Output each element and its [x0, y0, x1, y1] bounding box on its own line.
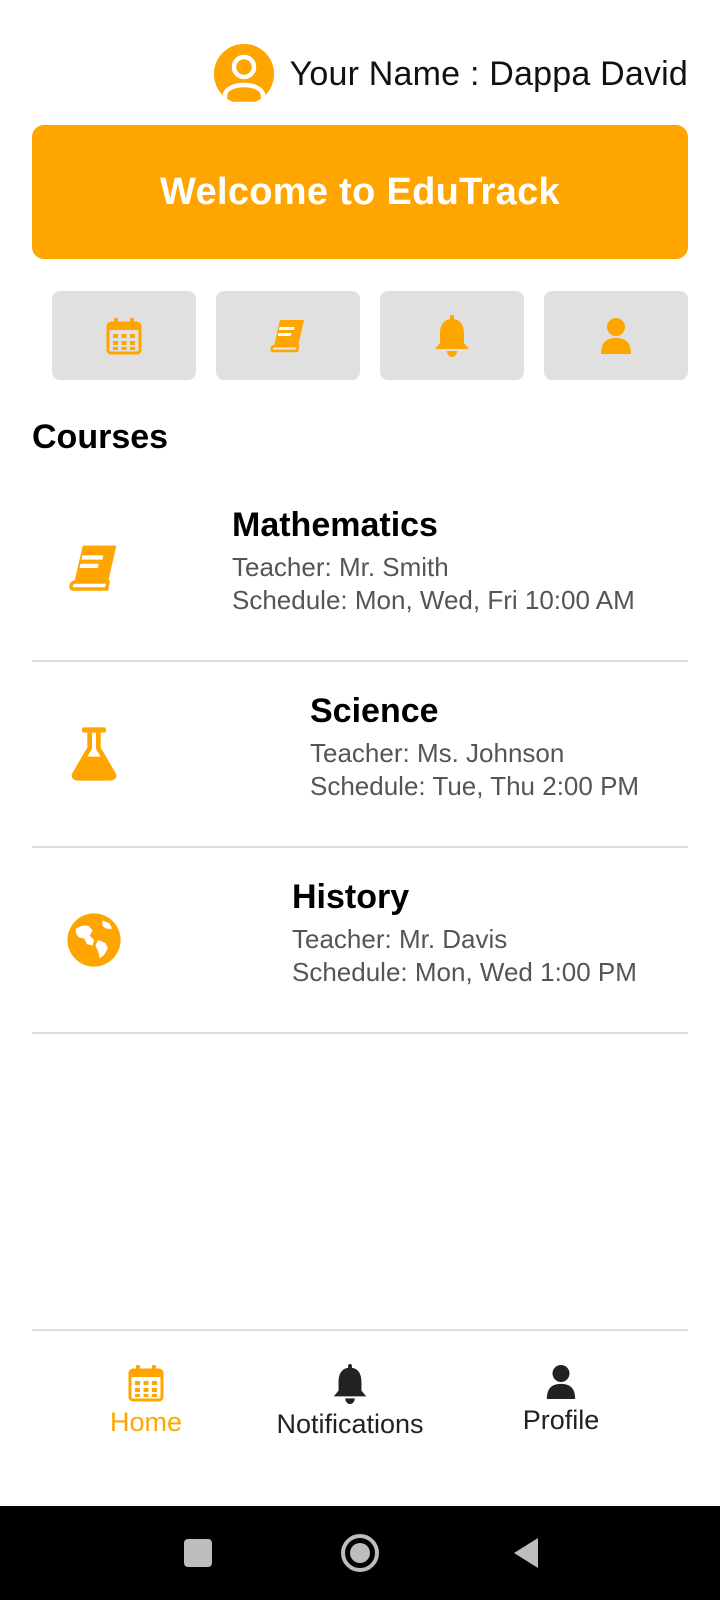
course-info: History Teacher: Mr. Davis Schedule: Mon…: [292, 878, 637, 989]
user-icon: [546, 1365, 576, 1399]
course-card-mathematics[interactable]: Mathematics Teacher: Mr. Smith Schedule:…: [32, 476, 688, 662]
quick-action-book-button[interactable]: [216, 291, 360, 380]
system-nav-bar: [0, 1506, 720, 1600]
bottom-nav: Home Notifications Profile: [32, 1329, 688, 1504]
course-schedule: Schedule: Tue, Thu 2:00 PM: [310, 771, 640, 801]
course-schedule: Schedule: Mon, Wed, Fri 10:00 AM: [232, 585, 635, 615]
user-icon: [601, 317, 631, 354]
bell-icon: [333, 1363, 367, 1405]
quick-action-profile-button[interactable]: [544, 291, 688, 380]
nav-item-notifications[interactable]: Notifications: [258, 1363, 442, 1440]
nav-item-profile[interactable]: Profile: [498, 1363, 624, 1436]
bell-icon: [435, 314, 469, 357]
course-info: Mathematics Teacher: Mr. Smith Schedule:…: [232, 506, 635, 617]
course-teacher: Teacher: Mr. Smith: [232, 552, 449, 582]
quick-actions: [52, 291, 688, 380]
welcome-banner: Welcome to EduTrack: [32, 125, 688, 259]
home-circle-icon: [341, 1534, 379, 1572]
nav-label-profile: Profile: [522, 1405, 600, 1435]
user-name-label: Your Name : Dappa David: [289, 54, 688, 93]
quick-action-calendar-button[interactable]: [52, 291, 196, 380]
course-card-history[interactable]: History Teacher: Mr. Davis Schedule: Mon…: [32, 848, 688, 1034]
recents-square-icon: [184, 1539, 212, 1567]
calendar-icon: [128, 1365, 164, 1402]
recents-button[interactable]: [174, 1506, 222, 1600]
profile-header: Your Name : Dappa David: [213, 44, 688, 104]
back-triangle-icon: [514, 1538, 538, 1568]
course-info: Science Teacher: Ms. Johnson Schedule: T…: [310, 692, 639, 803]
back-button[interactable]: [502, 1506, 550, 1600]
nav-item-home[interactable]: Home: [90, 1363, 202, 1438]
book-icon: [69, 545, 117, 591]
calendar-icon: [106, 317, 142, 354]
book-icon: [270, 319, 304, 352]
flask-icon: [71, 727, 117, 781]
course-name: Science: [310, 692, 439, 730]
nav-label-notifications: Notifications: [276, 1409, 424, 1439]
course-teacher: Teacher: Mr. Davis: [292, 924, 508, 954]
course-schedule: Schedule: Mon, Wed 1:00 PM: [292, 957, 637, 987]
home-button[interactable]: [336, 1506, 384, 1600]
quick-action-bell-button[interactable]: [380, 291, 524, 380]
course-name: History: [292, 878, 410, 916]
banner-title: Welcome to EduTrack: [160, 170, 560, 213]
user-circle-icon[interactable]: [213, 44, 274, 104]
course-card-science[interactable]: Science Teacher: Ms. Johnson Schedule: T…: [32, 662, 688, 848]
courses-section-title: Courses: [32, 418, 169, 456]
course-name: Mathematics: [232, 506, 438, 544]
course-teacher: Teacher: Ms. Johnson: [310, 738, 565, 768]
nav-label-home: Home: [109, 1407, 183, 1437]
globe-icon: [67, 913, 121, 967]
